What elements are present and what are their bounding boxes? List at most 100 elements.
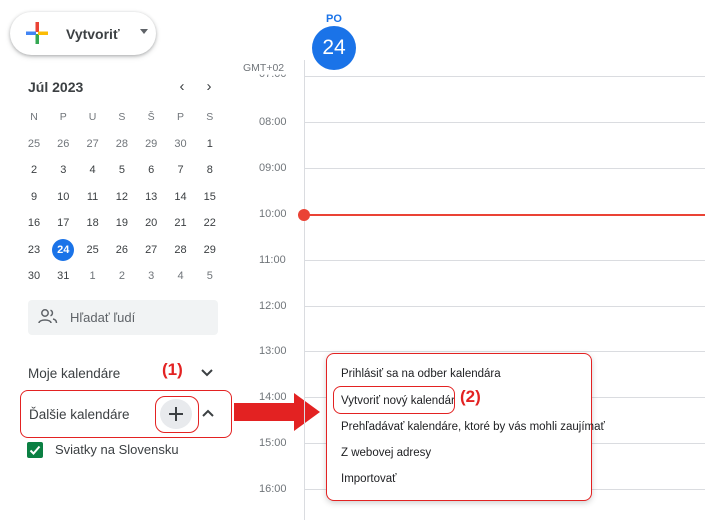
annotation-arrow [234, 403, 296, 421]
mini-calendar-day[interactable]: 2 [108, 263, 136, 289]
day-label: 10 [57, 190, 70, 203]
search-people-input[interactable]: Hľadať ľudí [28, 300, 218, 335]
mini-calendar-day[interactable]: 17 [49, 210, 77, 236]
mini-calendar-day[interactable]: 15 [196, 184, 224, 210]
chevron-right-icon[interactable]: › [201, 78, 217, 95]
day-label: 1 [89, 270, 96, 282]
mini-calendar-day[interactable]: 6 [137, 157, 165, 183]
day-number[interactable]: 24 [312, 26, 356, 70]
holiday-calendar-label[interactable]: Sviatky na Slovensku [55, 442, 179, 457]
mini-calendar-day[interactable]: 28 [108, 131, 136, 157]
mini-calendar-today[interactable]: 24 [49, 237, 77, 263]
mini-calendar-day[interactable]: 3 [137, 263, 165, 289]
mini-calendar-day[interactable]: 22 [196, 210, 224, 236]
weekday-header: P [176, 111, 184, 123]
chevron-down-icon[interactable] [198, 364, 216, 382]
current-time-dot [298, 209, 310, 221]
weekday-header: S [206, 111, 214, 123]
day-label: 13 [145, 190, 158, 203]
day-label: 2 [30, 164, 38, 176]
weekday-header: N [30, 111, 38, 123]
add-calendar-menu: Prihlásiť sa na odber kalendára Vytvoriť… [326, 353, 605, 501]
day-weekday: PO [326, 13, 342, 25]
mini-calendar-day[interactable]: 23 [20, 237, 48, 263]
holiday-calendar-checkbox[interactable] [27, 442, 43, 458]
mini-calendar-day[interactable]: 5 [196, 263, 224, 289]
mini-calendar-day[interactable]: 1 [79, 263, 107, 289]
my-calendars-label[interactable]: Moje kalendáre [28, 366, 120, 381]
mini-calendar-day[interactable]: 31 [49, 263, 77, 289]
day-label: 22 [203, 217, 216, 229]
mini-calendar-day[interactable]: 30 [167, 131, 195, 157]
mini-calendar-day[interactable]: 12 [108, 184, 136, 210]
hour-label: 16:00 [259, 483, 287, 496]
mini-calendar-day[interactable]: 20 [137, 210, 165, 236]
day-label: 24 [52, 238, 75, 261]
annotation-box-create-calendar [333, 386, 455, 414]
people-icon [38, 309, 58, 324]
day-label: 20 [145, 217, 158, 229]
menu-item-from-url[interactable]: Z webovej adresy [341, 447, 431, 459]
menu-item-browse-calendars[interactable]: Prehľadávať kalendáre, ktoré by vás mohl… [341, 421, 605, 433]
mini-calendar-day[interactable]: 14 [167, 184, 195, 210]
mini-calendar-day[interactable]: 29 [137, 131, 165, 157]
chevron-left-icon[interactable]: ‹ [174, 78, 190, 95]
day-label: 2 [118, 270, 125, 282]
day-label: 19 [115, 217, 129, 229]
hour-label: 13:00 [259, 345, 287, 358]
weekday-header: Š [147, 111, 155, 123]
day-label: 26 [115, 243, 129, 256]
annotation-step-2: (2) [460, 387, 481, 406]
mini-calendar-day[interactable]: 5 [108, 157, 136, 183]
day-label: 4 [89, 164, 96, 176]
mini-calendar-day[interactable]: 30 [20, 263, 48, 289]
hour-gridline [304, 167, 705, 169]
mini-calendar-day[interactable]: 2 [20, 157, 48, 183]
day-label: 1 [206, 137, 213, 150]
create-button[interactable]: Vytvoriť [10, 12, 156, 55]
day-label: 29 [203, 243, 216, 256]
mini-calendar-day[interactable]: 3 [49, 157, 77, 183]
mini-calendar-day[interactable]: 16 [20, 210, 48, 236]
mini-calendar-day[interactable]: 27 [137, 237, 165, 263]
day-label: 28 [115, 137, 129, 150]
mini-calendar-day[interactable]: 7 [167, 157, 195, 183]
mini-calendar-day[interactable]: 4 [167, 263, 195, 289]
day-label: 25 [27, 137, 41, 150]
hour-label: 14:00 [259, 391, 287, 404]
mini-calendar-day[interactable]: 29 [196, 237, 224, 263]
menu-item-import[interactable]: Importovať [341, 473, 396, 485]
hour-label: 15:00 [259, 437, 287, 450]
mini-calendar-day[interactable]: 8 [196, 157, 224, 183]
hour-gridline [304, 259, 705, 261]
mini-calendar-day[interactable]: 4 [79, 157, 107, 183]
day-label: 5 [206, 270, 213, 282]
mini-calendar-day[interactable]: 25 [20, 131, 48, 157]
annotation-box-add-button [155, 396, 199, 433]
mini-calendar-day[interactable]: 26 [108, 237, 136, 263]
day-label: 26 [57, 137, 70, 150]
mini-calendar-day[interactable]: 10 [49, 184, 77, 210]
weekday-header: S [118, 111, 126, 123]
checkmark-icon [29, 445, 41, 455]
day-label: 4 [177, 270, 184, 282]
mini-calendar-day[interactable]: 21 [167, 210, 195, 236]
hour-gridline [304, 121, 705, 123]
day-label: 3 [148, 270, 155, 282]
mini-calendar-day[interactable]: 9 [20, 184, 48, 210]
mini-calendar-day[interactable]: 27 [79, 131, 107, 157]
menu-item-subscribe[interactable]: Prihlásiť sa na odber kalendára [341, 368, 501, 380]
mini-calendar-day[interactable]: 18 [79, 210, 107, 236]
mini-calendar-day[interactable]: 11 [79, 184, 107, 210]
weekday-header: P [59, 111, 67, 123]
mini-calendar-day[interactable]: 1 [196, 131, 224, 157]
mini-calendar-day[interactable]: 13 [137, 184, 165, 210]
day-label: 28 [174, 243, 187, 256]
mini-calendar-day[interactable]: 26 [49, 131, 77, 157]
mini-calendar-day[interactable]: 28 [167, 237, 195, 263]
day-label: 5 [118, 164, 125, 176]
mini-calendar-day[interactable]: 19 [108, 210, 136, 236]
plus-icon [26, 22, 48, 44]
day-label: 30 [174, 137, 187, 150]
mini-calendar-day[interactable]: 25 [79, 237, 107, 263]
